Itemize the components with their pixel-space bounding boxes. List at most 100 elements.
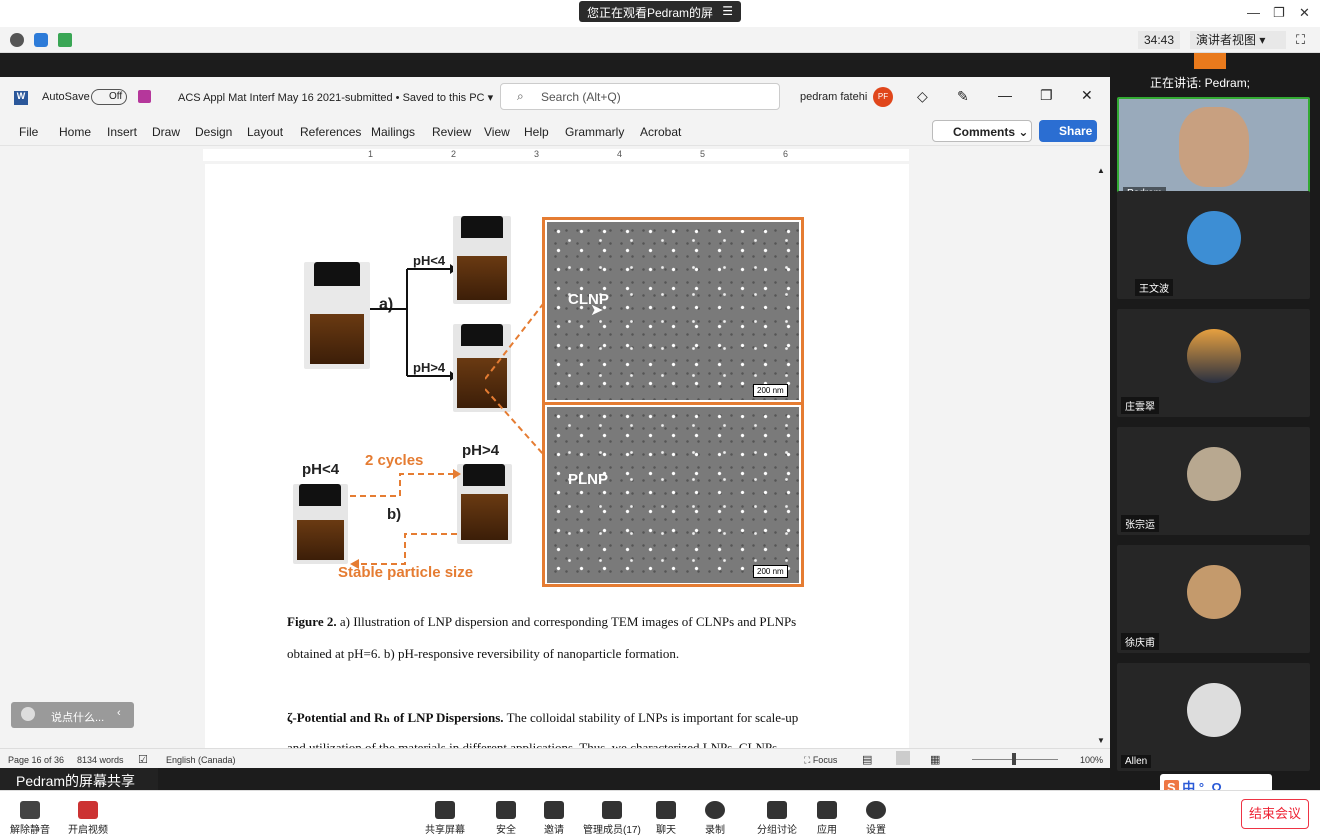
word-titlebar: W AutoSave Off ACS Appl Mat Interf May 1…: [0, 77, 1110, 117]
read-mode-icon[interactable]: ▤: [862, 753, 872, 766]
video-tile[interactable]: 张宗运: [1117, 427, 1310, 535]
record-button[interactable]: 录制: [705, 801, 725, 836]
close-icon[interactable]: ✕: [1081, 87, 1093, 104]
close-icon[interactable]: ✕: [1299, 5, 1310, 21]
restore-icon[interactable]: ❐: [1273, 5, 1285, 21]
share-label: Share: [1059, 124, 1093, 138]
video-tile[interactable]: 庄雲翠: [1117, 309, 1310, 417]
tem-image: PLNP 200 nm: [547, 407, 799, 583]
emoji-icon: [21, 707, 35, 721]
shield-icon[interactable]: [34, 33, 48, 47]
scroll-down-icon[interactable]: ▼: [1097, 736, 1105, 745]
participants-button[interactable]: 管理成员(17): [583, 801, 641, 836]
tab-draw[interactable]: Draw: [152, 125, 180, 139]
doc-title[interactable]: ACS Appl Mat Interf May 16 2021-submitte…: [178, 91, 493, 104]
language[interactable]: English (Canada): [166, 755, 236, 765]
tab-layout[interactable]: Layout: [247, 125, 283, 139]
signal-icon[interactable]: [58, 33, 72, 47]
scroll-up-icon[interactable]: ▲: [1097, 166, 1105, 175]
chat-icon: [656, 801, 676, 819]
view-mode-select[interactable]: 演讲者视图 ▾: [1190, 31, 1286, 49]
minimize-icon[interactable]: —: [1247, 5, 1260, 20]
ruler-mark: 1: [368, 149, 374, 159]
tab-acrobat[interactable]: Acrobat: [640, 125, 681, 139]
ruler-mark: 6: [783, 149, 789, 159]
comments-button[interactable]: Comments ⌄: [932, 120, 1032, 142]
print-layout-icon[interactable]: [896, 751, 910, 765]
tab-design[interactable]: Design: [195, 125, 232, 139]
reaction-input[interactable]: 说点什么... ‹: [11, 702, 134, 728]
document-page[interactable]: a) pH<4 pH>4 CLNP 200 nm PLNP 200 nm pH<…: [205, 164, 909, 748]
caption-line1: a) Illustration of LNP dispersion and co…: [339, 614, 797, 629]
chat-button[interactable]: 聊天: [656, 801, 676, 836]
ruler-mark: 3: [534, 149, 540, 159]
info-icon[interactable]: [10, 33, 24, 47]
focus-button[interactable]: ⛶ Focus: [804, 755, 837, 766]
status-bar: Page 16 of 36 8134 words ☑ English (Cana…: [0, 748, 1110, 770]
web-layout-icon[interactable]: ▦: [930, 753, 940, 766]
tab-mailings[interactable]: Mailings: [371, 125, 415, 139]
start-video-button[interactable]: 开启视频: [68, 801, 108, 836]
tab-home[interactable]: Home: [59, 125, 91, 139]
avatar[interactable]: PF: [873, 87, 893, 107]
breakout-button[interactable]: 分组讨论: [757, 801, 797, 836]
video-off-icon: [78, 801, 98, 819]
end-meeting-button[interactable]: 结束会议: [1241, 799, 1309, 829]
video-tile[interactable]: 王文波: [1117, 191, 1310, 299]
tab-review[interactable]: Review: [432, 125, 471, 139]
tab-view[interactable]: View: [484, 125, 510, 139]
stable-label: Stable particle size: [338, 564, 474, 581]
diamond-icon[interactable]: ◇: [917, 88, 928, 105]
restore-icon[interactable]: ❐: [1040, 87, 1053, 104]
unmute-label: 解除静音: [10, 825, 50, 836]
user-name: pedram fatehi: [800, 91, 868, 103]
zoom-level[interactable]: 100%: [1080, 755, 1103, 765]
settings-label: 设置: [866, 825, 886, 836]
fullscreen-icon[interactable]: ⛶: [1296, 32, 1305, 48]
zoom-slider-thumb[interactable]: [1012, 753, 1016, 765]
banner-menu-icon[interactable]: ☰: [722, 4, 733, 19]
search-input[interactable]: ⌕ Search (Alt+Q): [500, 83, 780, 110]
doc-title-text: ACS Appl Mat Interf May 16 2021-submitte…: [178, 92, 485, 104]
chevron-left-icon[interactable]: ‹: [117, 707, 121, 719]
page-count[interactable]: Page 16 of 36: [8, 755, 64, 765]
settings-button[interactable]: 设置: [866, 801, 886, 836]
tab-help[interactable]: Help: [524, 125, 549, 139]
vertical-scrollbar[interactable]: ▲ ▼: [1094, 164, 1108, 748]
video-label: 开启视频: [68, 825, 108, 836]
vial-image: [304, 262, 370, 369]
sharing-banner[interactable]: 您正在观看Pedram的屏幕 ☰: [579, 1, 741, 37]
tab-insert[interactable]: Insert: [107, 125, 137, 139]
participant-name: Allen: [1121, 755, 1152, 768]
share-frame-border: [158, 768, 1110, 790]
search-placeholder: Search (Alt+Q): [541, 90, 621, 104]
tab-file[interactable]: File: [19, 125, 38, 139]
ruler-mark: 2: [451, 149, 457, 159]
tem-frame: CLNP 200 nm PLNP 200 nm: [542, 217, 804, 587]
apps-button[interactable]: 应用: [817, 801, 837, 836]
tab-grammarly[interactable]: Grammarly: [565, 125, 624, 139]
focus-label: Focus: [812, 755, 838, 765]
scale-bar: 200 nm: [753, 384, 788, 397]
invite-button[interactable]: 邀请: [544, 801, 564, 836]
video-tile[interactable]: Pedram: [1117, 97, 1310, 205]
tab-references[interactable]: References: [300, 125, 361, 139]
autosave-toggle[interactable]: Off: [91, 89, 127, 105]
save-icon[interactable]: [138, 90, 151, 103]
unmute-button[interactable]: 解除静音: [10, 801, 50, 836]
ph-label: pH>4: [413, 360, 446, 375]
pen-icon[interactable]: ✎: [957, 88, 969, 105]
invite-icon: [544, 801, 564, 819]
word-count[interactable]: 8134 words: [77, 755, 124, 765]
proofing-icon[interactable]: ☑: [138, 753, 148, 766]
figure-caption: Figure 2. a) Illustration of LNP dispers…: [287, 614, 796, 630]
video-tile[interactable]: Allen: [1117, 663, 1310, 771]
caption-bold: Figure 2.: [287, 614, 337, 629]
share-screen-button[interactable]: 共享屏幕: [425, 801, 465, 836]
mic-off-icon: [20, 801, 40, 819]
share-button[interactable]: Share: [1039, 120, 1097, 142]
video-tile[interactable]: 徐庆甫: [1117, 545, 1310, 653]
security-button[interactable]: 安全: [496, 801, 516, 836]
minimize-icon[interactable]: —: [998, 87, 1012, 103]
ruler[interactable]: 1 2 3 4 5 6: [0, 145, 1110, 163]
